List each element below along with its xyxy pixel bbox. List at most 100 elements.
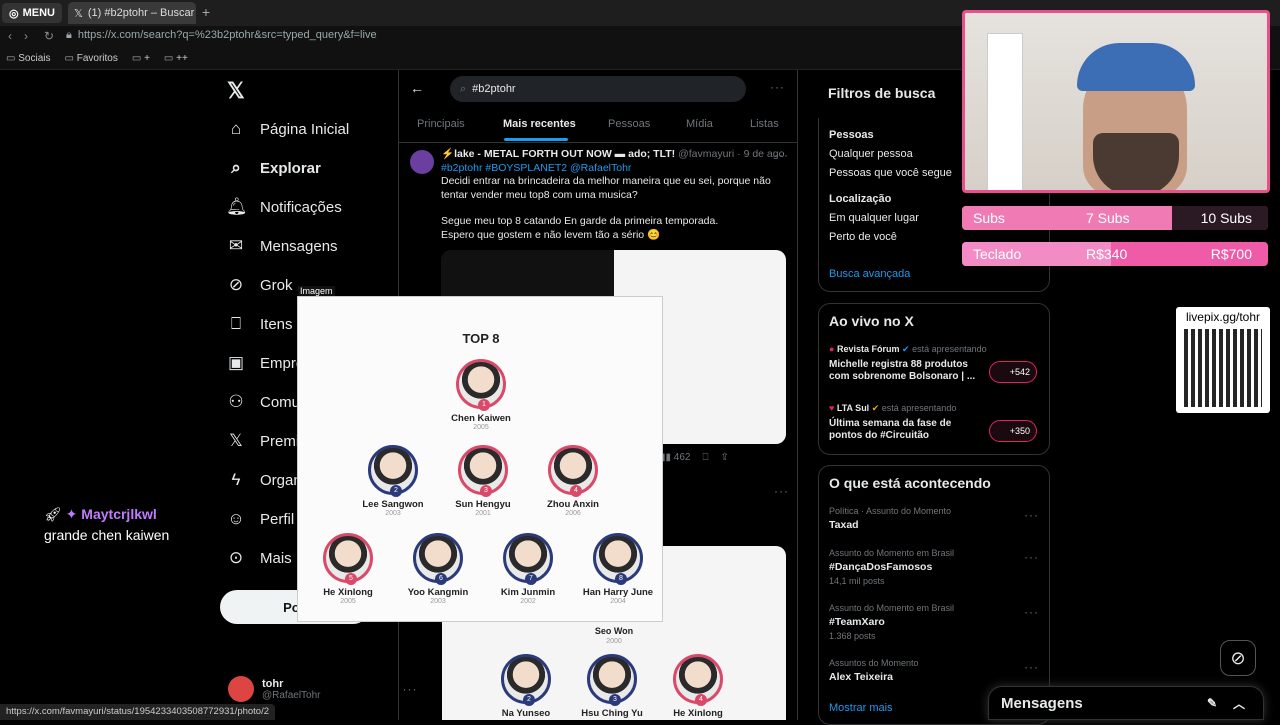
tab-mais-recentes[interactable]: Mais recentes bbox=[503, 118, 576, 130]
search-query: #b2ptohr bbox=[472, 83, 516, 95]
nav-item-messages[interactable]: ✉ Mensagens bbox=[226, 231, 338, 261]
live-item[interactable]: ♥ LTA Sul ✔ está apresentando Última sem… bbox=[829, 403, 979, 442]
menu-button[interactable]: ◎ MENU bbox=[2, 3, 62, 23]
url-field[interactable]: 🔒︎ https://x.com/search?q=%23b2ptohr&src=… bbox=[66, 29, 377, 42]
more-icon[interactable]: ··· bbox=[1024, 550, 1039, 564]
filter-option[interactable]: Em qualquer lugar bbox=[829, 212, 919, 224]
back-arrow-icon[interactable]: ← bbox=[410, 80, 424, 96]
member-photo: 6 bbox=[413, 533, 463, 585]
filter-heading: Pessoas bbox=[829, 129, 874, 141]
nav-item-business[interactable]: ▣ Empre bbox=[226, 348, 304, 378]
more-icon[interactable]: ··· bbox=[774, 484, 789, 498]
share-icon[interactable]: ⇪ bbox=[720, 452, 728, 463]
account-switcher[interactable]: tohr @RafaelTohr ··· bbox=[228, 676, 418, 702]
tweet[interactable]: ⚡lake - METAL FORTH OUT NOW ▬ ado; TLT! … bbox=[441, 148, 786, 242]
more-icon[interactable]: ··· bbox=[1024, 660, 1039, 674]
compose-message-icon[interactable]: ✎ bbox=[1207, 696, 1217, 710]
show-more-link[interactable]: Mostrar mais bbox=[829, 702, 893, 714]
forward-icon[interactable]: › bbox=[24, 29, 28, 43]
new-tab-button[interactable]: + bbox=[198, 4, 214, 22]
nav-item-notifications[interactable]: 🔔︎ Notificações bbox=[226, 192, 342, 222]
tweet-text: Espero que gostem e não levem tão a séri… bbox=[441, 228, 661, 241]
live-source-icon: ♥ bbox=[829, 403, 835, 413]
nav-item-communities[interactable]: ⚇ Comu bbox=[226, 387, 300, 417]
nav-label: Explorar bbox=[260, 159, 321, 177]
nav-item-more[interactable]: ⊙ Mais bbox=[226, 543, 292, 573]
grok-icon[interactable]: ⊘ bbox=[1220, 640, 1256, 676]
live-headline: Última semana da fase de pontos do #Circ… bbox=[829, 418, 952, 441]
more-icon[interactable]: ··· bbox=[774, 148, 789, 162]
reload-icon[interactable]: ↻ bbox=[44, 29, 54, 43]
bookmark-icon: ⎕ bbox=[230, 314, 242, 333]
nav-item-profile[interactable]: ☺ Perfil bbox=[226, 504, 294, 534]
tweet-hashtags[interactable]: #b2ptohr #BOYSPLANET2 @RafaelTohr bbox=[441, 162, 786, 176]
search-input[interactable]: ⌕ #b2ptohr bbox=[450, 76, 746, 102]
trend-item[interactable]: Assunto do Momento em Brasil #TeamXaro 1.3… bbox=[829, 603, 954, 641]
bookmark-folder[interactable]: + bbox=[132, 53, 150, 64]
badge-icon: ✦ bbox=[65, 506, 78, 522]
browser-tab[interactable]: 𝕏 (1) #b2ptohr – Buscar / X bbox=[68, 2, 196, 24]
messages-drawer[interactable]: Mensagens ✎ ︿ bbox=[988, 686, 1264, 720]
member-name: Sun Hengyu bbox=[455, 499, 511, 510]
lightning-icon: ϟ bbox=[231, 470, 241, 489]
nav-item-organizations[interactable]: ϟ Organ bbox=[226, 465, 302, 495]
briefcase-icon: ▣ bbox=[227, 353, 245, 372]
filter-option[interactable]: Pessoas que você segue bbox=[829, 167, 952, 179]
member-photo: 4 bbox=[548, 445, 598, 497]
trend-item[interactable]: Assuntos do Momento Alex Teixeira bbox=[829, 658, 919, 683]
advanced-search-link[interactable]: Busca avançada bbox=[829, 268, 910, 280]
bookmark-icon[interactable]: ⎕ bbox=[702, 452, 708, 463]
member-photo: 4 bbox=[673, 654, 723, 706]
avatar[interactable] bbox=[410, 150, 434, 174]
trend-name: Taxad bbox=[829, 519, 859, 531]
live-count-badge[interactable]: +350 bbox=[989, 420, 1037, 442]
rank-badge: 2 bbox=[523, 694, 535, 706]
livepix-qr: livepix.gg/tohr bbox=[1176, 307, 1270, 413]
more-icon[interactable]: ··· bbox=[1024, 605, 1039, 619]
back-icon[interactable]: ‹ bbox=[8, 29, 12, 43]
member-year: 2005 bbox=[473, 424, 489, 431]
trend-item[interactable]: Assunto do Momento em Brasil #DançaDosFam… bbox=[829, 548, 954, 586]
tweet-author[interactable]: ⚡lake - METAL FORTH OUT NOW ▬ ado; TLT! bbox=[441, 148, 675, 160]
member-photo: 7 bbox=[503, 533, 553, 585]
x-logo-icon[interactable]: 𝕏 bbox=[227, 78, 245, 104]
more-icon[interactable]: ··· bbox=[1024, 508, 1039, 522]
member-year: 2002 bbox=[520, 598, 536, 605]
live-count-badge[interactable]: +542 bbox=[989, 361, 1037, 383]
tab-pessoas[interactable]: Pessoas bbox=[608, 118, 650, 130]
messages-label: Mensagens bbox=[1001, 694, 1083, 712]
nav-item-home[interactable]: ⌂ Página Inicial bbox=[226, 114, 349, 144]
trend-context: Assunto do Momento em Brasil bbox=[829, 603, 955, 613]
bookmark-folder[interactable]: Sociais bbox=[6, 53, 50, 64]
views-icon[interactable]: ▮▮ 462 bbox=[660, 452, 690, 463]
person-icon: ☺ bbox=[227, 509, 245, 528]
member-photo: 3 bbox=[587, 654, 637, 706]
chevron-up-icon[interactable]: ︿ bbox=[1233, 695, 1245, 712]
member-card: 6 Yoo Kangmin 2003 bbox=[388, 533, 488, 605]
trend-posts: 1.368 posts bbox=[829, 631, 876, 641]
nav-label: Notificações bbox=[260, 198, 342, 216]
member-photo: 5 bbox=[323, 533, 373, 585]
mail-icon: ✉ bbox=[228, 236, 244, 255]
tab-midia[interactable]: Mídia bbox=[686, 118, 713, 130]
nav-item-explore[interactable]: ⌕ Explorar bbox=[226, 153, 321, 183]
member-name: Na Yunseo bbox=[501, 708, 551, 719]
nav-item-premium[interactable]: 𝕏 Premiu bbox=[226, 426, 307, 456]
rank-badge: 7 bbox=[525, 573, 537, 585]
bookmark-folder[interactable]: ++ bbox=[164, 53, 188, 64]
live-item[interactable]: ● Revista Fórum ✔ está apresentando Mich… bbox=[829, 344, 987, 383]
member-year: 2001 bbox=[475, 510, 491, 517]
tab-listas[interactable]: Listas bbox=[750, 118, 779, 130]
nav-item-grok[interactable]: ⊘ Grok bbox=[226, 270, 293, 300]
bookmark-folder[interactable]: Favoritos bbox=[64, 53, 118, 64]
tab-principais[interactable]: Principais bbox=[417, 118, 465, 130]
filter-option[interactable]: Perto de você bbox=[829, 231, 897, 243]
filter-option[interactable]: Qualquer pessoa bbox=[829, 148, 913, 160]
trend-name: Alex Teixeira bbox=[829, 671, 894, 683]
member-year: 2003 bbox=[385, 510, 401, 517]
more-icon[interactable]: ··· bbox=[770, 80, 785, 94]
nav-item-lists[interactable]: ⎕ Itens s bbox=[226, 309, 304, 339]
trend-item[interactable]: Política · Assunto do Momento Taxad bbox=[829, 506, 951, 531]
live-source: Revista Fórum bbox=[836, 344, 900, 354]
rank-badge: 6 bbox=[435, 573, 447, 585]
